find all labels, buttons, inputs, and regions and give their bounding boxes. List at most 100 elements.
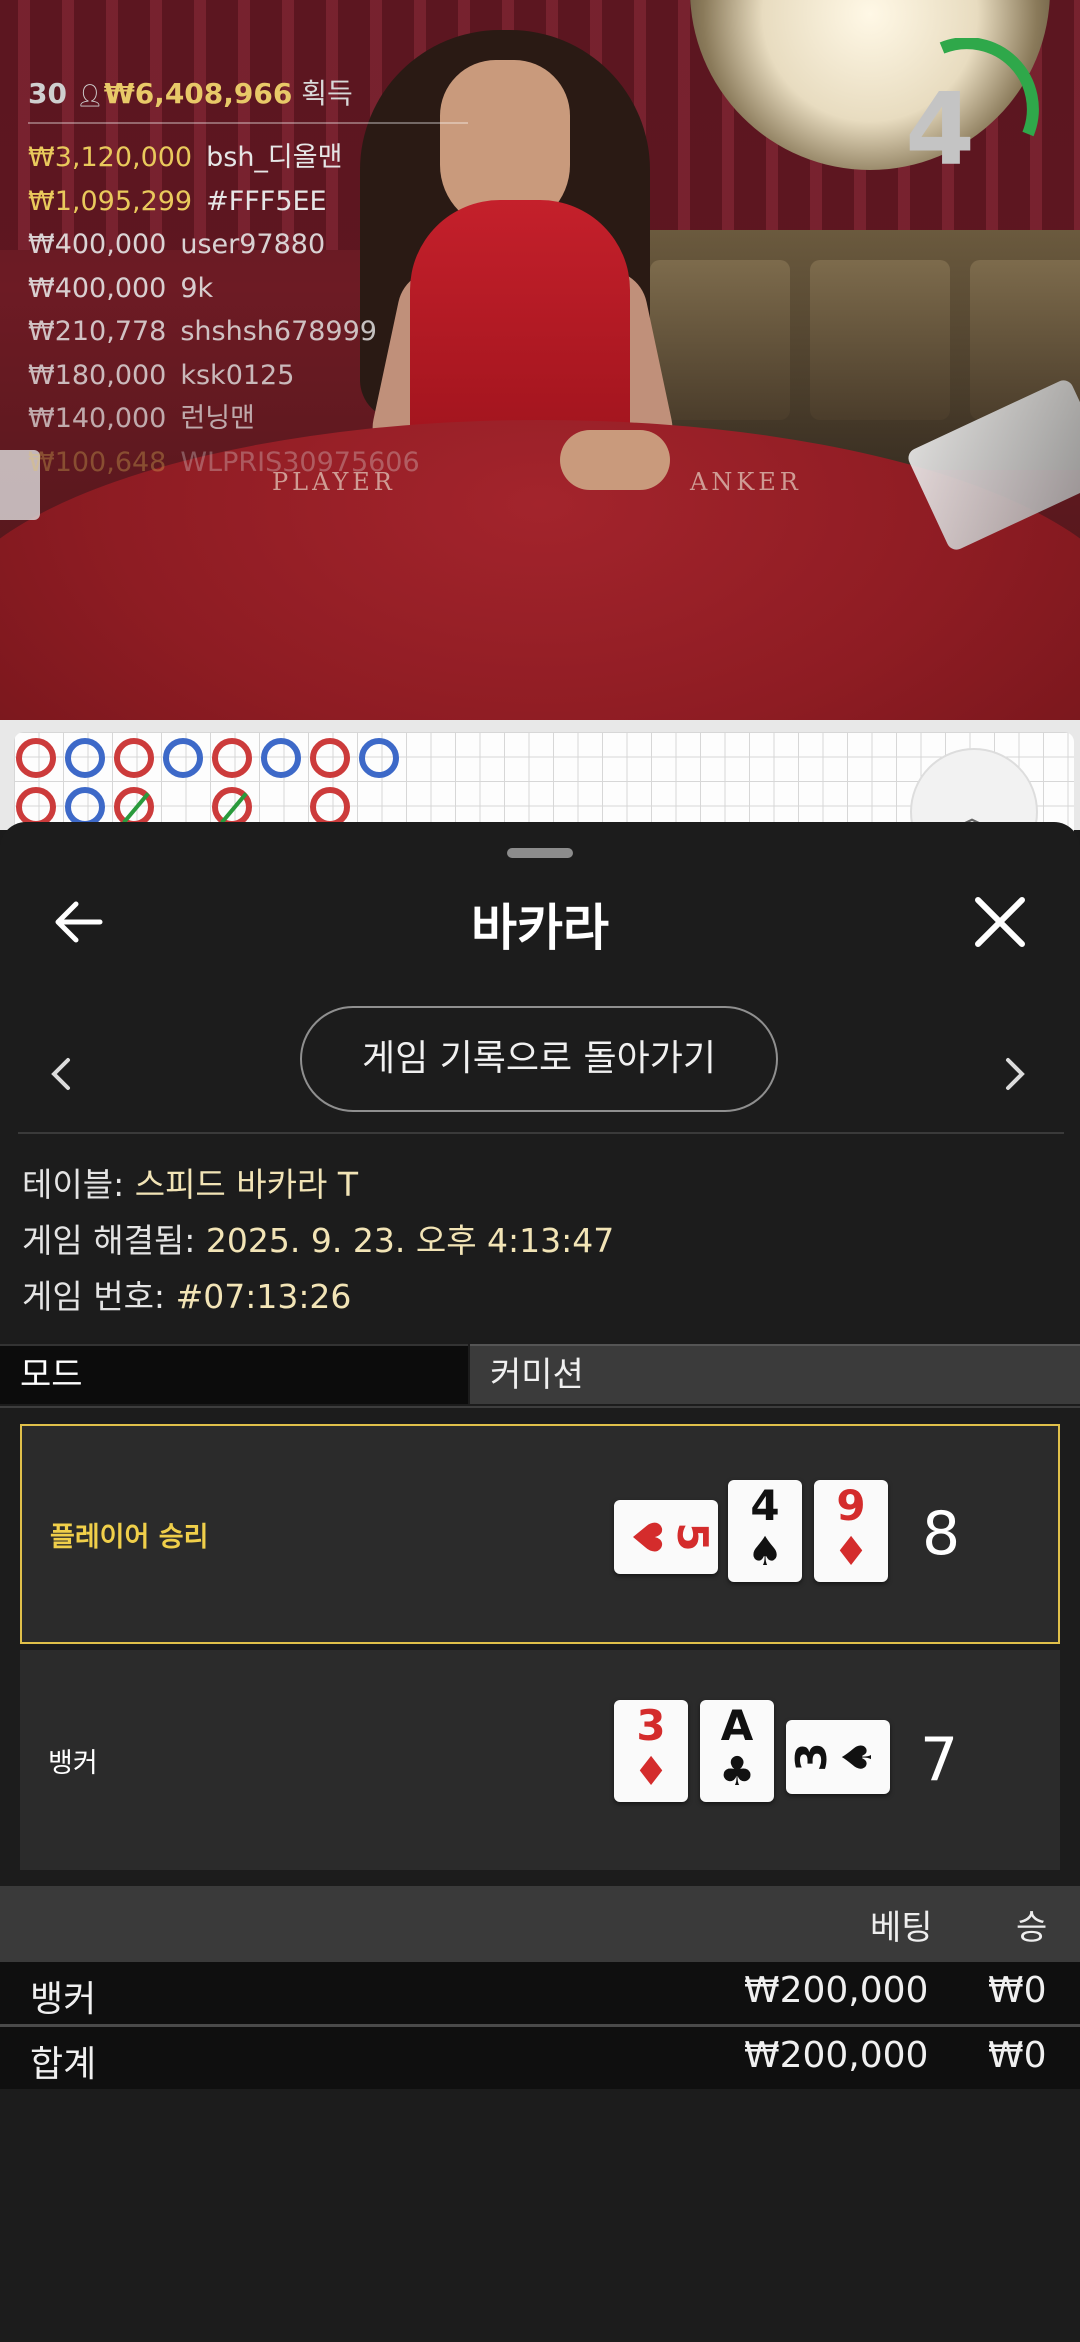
winners-list: 30 👤︎₩6,408,966 획득 ₩3,120,000 bsh_디올맨 ₩1,… — [28, 72, 468, 484]
winner-row: ₩180,000 ksk0125 — [28, 354, 468, 398]
winner-row: ₩210,778 shshsh678999 — [28, 310, 468, 354]
card-suit-diamond-icon: ♦ — [833, 1529, 869, 1575]
player-bead — [359, 738, 399, 778]
card-rank: 5 — [668, 1522, 717, 1552]
winner-name: #FFF5EE — [206, 185, 327, 217]
table-label-banker: ANKER — [690, 468, 802, 496]
divider — [0, 1406, 1080, 1408]
winner-row: ₩140,000 런닝맨 — [28, 397, 468, 441]
sheet-title: 바카라 — [471, 899, 609, 957]
game-history-sheet: 바카라 게임 기록으로 돌아가기 테이블: 스피드 바카라 T 게임 해결됨: … — [0, 822, 1080, 2342]
game-number-label: 게임 번호: — [22, 1277, 166, 1316]
winner-amount: ₩100,648 — [28, 446, 167, 478]
bets-table-header: 베팅 승 — [0, 1886, 1080, 1962]
bet-label: 합계 — [30, 2044, 97, 2085]
winner-name: 9k — [180, 272, 214, 304]
banker-bead — [114, 787, 154, 827]
banker-hand-row: 뱅커 3 ♦ A ♣ 3 ♠ 7 — [20, 1650, 1060, 1870]
winner-amount: ₩3,120,000 — [28, 142, 193, 173]
player-bead — [261, 738, 301, 778]
winner-row: ₩400,000 user97880 — [28, 223, 468, 267]
card-rank: 3 — [787, 1742, 836, 1772]
bet-label: 뱅커 — [30, 1979, 97, 2020]
hand-score: 7 — [920, 1725, 959, 1795]
tab-mode[interactable]: 모드 — [0, 1344, 468, 1404]
game-number-value: #07:13:26 — [175, 1277, 352, 1316]
winners-header: 30 👤︎₩6,408,966 획득 — [28, 72, 468, 124]
hand-score: 8 — [922, 1499, 961, 1569]
hand-label: 뱅커 — [48, 1747, 98, 1779]
next-game-chevron-icon[interactable] — [1000, 1048, 1030, 1106]
card-suit-spade-icon: ♠ — [747, 1529, 783, 1575]
playing-card: 4 ♠ — [728, 1480, 802, 1582]
winner-row: ₩400,000 9k — [28, 267, 468, 311]
winner-amount: ₩180,000 — [28, 359, 167, 391]
hand-label: 플레이어 승리 — [50, 1521, 209, 1553]
player-count: 30 — [28, 77, 67, 110]
table-row: 합계 ₩200,000 ₩0 — [0, 2027, 1080, 2089]
banker-bead — [212, 738, 252, 778]
tab-commission[interactable]: 커미션 — [470, 1344, 1080, 1404]
winner-amount: ₩140,000 — [28, 403, 167, 434]
banker-bead — [16, 787, 56, 827]
card-suit-club-icon: ♣ — [719, 1749, 755, 1795]
bet-amount: ₩200,000 — [744, 2035, 929, 2076]
card-rank: 9 — [836, 1481, 866, 1530]
booth-segment — [810, 260, 950, 420]
table-info-label: 테이블: — [22, 1165, 125, 1204]
winnings-suffix: 획득 — [301, 77, 353, 110]
winner-name: 런닝맨 — [180, 403, 255, 434]
playing-card: 5 ♥ — [614, 1500, 718, 1574]
playing-card: 3 ♠ — [786, 1720, 890, 1794]
column-header-bet: 베팅 — [870, 1908, 933, 1948]
countdown-timer: 4 — [905, 71, 975, 188]
column-header-win: 승 — [1016, 1908, 1048, 1948]
winner-name: WLPRIS30975606 — [180, 446, 420, 478]
winner-name: bsh_디올맨 — [206, 142, 343, 173]
card-rank: 4 — [750, 1481, 780, 1530]
banker-bead — [310, 738, 350, 778]
total-winnings: ₩6,408,966 — [103, 77, 293, 110]
card-suit-diamond-icon: ♦ — [633, 1749, 669, 1795]
resolved-info-label: 게임 해결됨: — [22, 1221, 196, 1260]
bet-amount: ₩200,000 — [744, 1970, 929, 2011]
close-icon[interactable] — [970, 892, 1030, 952]
banker-bead — [114, 738, 154, 778]
banker-bead — [212, 787, 252, 827]
banker-bead — [16, 738, 56, 778]
player-hand-row: 플레이어 승리 5 ♥ 4 ♠ 9 ♦ 8 — [20, 1424, 1060, 1644]
winner-amount: ₩1,095,299 — [28, 185, 193, 217]
person-icon: 👤︎ — [75, 84, 104, 109]
playing-card: 3 ♦ — [614, 1700, 688, 1802]
live-video: PLAYER ANKER 30 👤︎₩6,408,966 획득 ₩3,120,0… — [0, 0, 1080, 720]
winner-amount: ₩210,778 — [28, 316, 167, 347]
resolved-info: 게임 해결됨: 2025. 9. 23. 오후 4:13:47 — [22, 1214, 614, 1262]
resolved-info-value: 2025. 9. 23. 오후 4:13:47 — [205, 1221, 615, 1260]
winner-row: ₩1,095,299 #FFF5EE — [28, 180, 468, 224]
previous-game-chevron-icon[interactable] — [46, 1048, 76, 1106]
winner-amount: ₩400,000 — [28, 229, 167, 260]
playing-card: A ♣ — [700, 1700, 774, 1802]
tie-mark — [220, 792, 248, 824]
winner-amount: ₩400,000 — [28, 272, 167, 304]
return-to-history-button[interactable]: 게임 기록으로 돌아가기 — [300, 1006, 778, 1112]
tie-mark — [122, 792, 150, 824]
banker-bead — [310, 787, 350, 827]
playing-card: 9 ♦ — [814, 1480, 888, 1582]
divider — [18, 1132, 1064, 1134]
game-number-info: 게임 번호: #07:13:26 — [22, 1270, 351, 1318]
sheet-drag-handle[interactable] — [507, 848, 573, 858]
winner-name: shshsh678999 — [180, 316, 377, 347]
card-rank: A — [720, 1701, 754, 1750]
card-rank: 3 — [636, 1701, 666, 1750]
table-info: 테이블: 스피드 바카라 T — [22, 1158, 358, 1206]
booth-segment — [650, 260, 790, 420]
table-row: 뱅커 ₩200,000 ₩0 — [0, 1962, 1080, 2024]
card-suit-heart-icon: ♥ — [623, 1519, 669, 1555]
card-face: 5 ♥ — [614, 1500, 718, 1574]
winner-row: ₩3,120,000 bsh_디올맨 — [28, 136, 468, 180]
win-amount: ₩0 — [988, 2035, 1047, 2076]
player-bead — [163, 738, 203, 778]
card-suit-spade-icon: ♠ — [835, 1739, 881, 1775]
table-info-value: 스피드 바카라 T — [134, 1165, 359, 1204]
